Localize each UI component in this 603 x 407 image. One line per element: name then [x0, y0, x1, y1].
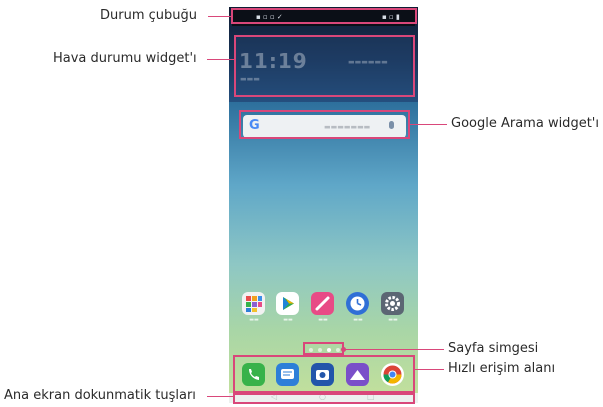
google-search-highlight	[239, 110, 410, 139]
quick-access-highlight	[233, 355, 415, 393]
label-google-search-widget: Google Arama widget'ı	[451, 116, 599, 131]
label-quick-access: Hızlı erişim alanı	[448, 361, 556, 376]
leader-home-touch-keys	[207, 396, 233, 397]
app-label: ▬▬	[353, 317, 363, 323]
clock-icon[interactable]	[346, 292, 369, 315]
leader-weather-widget	[207, 59, 235, 60]
settings-icon[interactable]	[381, 292, 404, 315]
leader-quick-access	[415, 369, 444, 370]
play-glyph	[283, 297, 294, 310]
leader-status-bar	[208, 16, 232, 17]
label-home-touch-keys: Ana ekran dokunmatik tuşları	[4, 388, 196, 403]
gear-glyph	[385, 296, 400, 311]
apps-folder-glyph	[246, 296, 262, 312]
leader-page-icon	[344, 349, 444, 350]
apps-folder-icon[interactable]	[242, 292, 265, 315]
label-weather-widget: Hava durumu widget'ı	[53, 51, 197, 66]
app-label: ▬▬	[318, 317, 328, 323]
play-store-icon[interactable]	[276, 292, 299, 315]
notes-icon[interactable]	[311, 292, 334, 315]
leader-google-search	[410, 124, 447, 125]
page-icon-highlight	[303, 342, 344, 355]
app-label: ▬▬	[388, 317, 398, 323]
home-touch-keys-highlight	[233, 393, 415, 404]
weather-widget-highlight	[234, 35, 415, 97]
label-status-bar: Durum çubuğu	[100, 8, 197, 23]
app-label: ▬▬	[283, 317, 293, 323]
app-label: ▬▬	[249, 317, 259, 323]
clock-glyph	[350, 296, 365, 311]
label-page-icon: Sayfa simgesi	[448, 341, 539, 356]
pen-glyph	[315, 296, 330, 311]
status-bar-highlight	[231, 8, 417, 24]
leader-page-icon-dot	[341, 347, 346, 352]
